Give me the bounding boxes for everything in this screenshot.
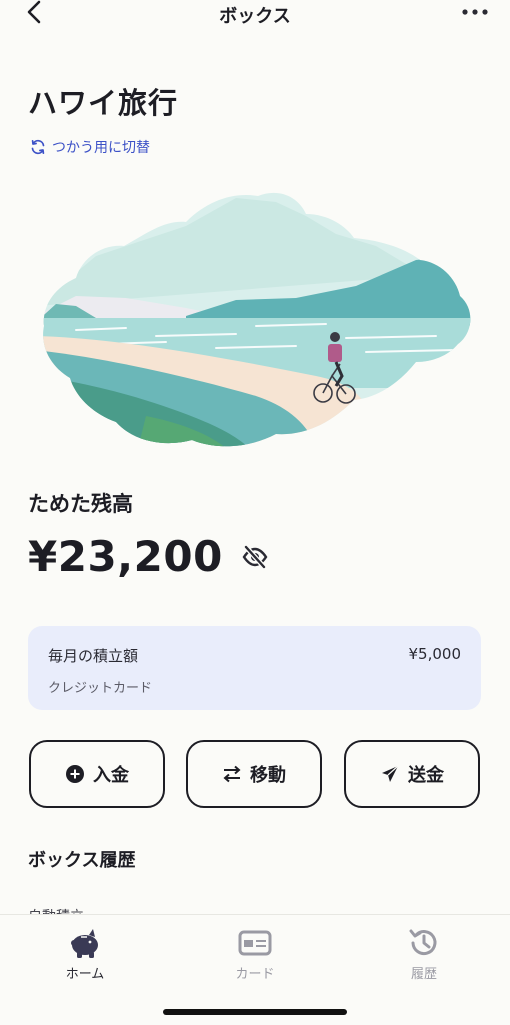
- monthly-savings-amount: ¥5,000: [408, 645, 462, 663]
- beach-cyclist-illustration: [43, 192, 471, 447]
- refresh-icon: [31, 139, 45, 155]
- balance-amount: ¥23,200: [28, 532, 223, 581]
- card-icon: [238, 930, 272, 956]
- tab-home[interactable]: ホーム: [25, 927, 145, 982]
- balance-row: ¥23,200: [28, 532, 269, 581]
- tab-history[interactable]: 履歴: [364, 927, 484, 982]
- more-options-icon[interactable]: [460, 4, 490, 20]
- switch-label: つかう用に切替: [52, 140, 150, 156]
- page-title: ボックス: [219, 6, 291, 27]
- send-label: 送金: [408, 765, 444, 786]
- tab-card[interactable]: カード: [195, 927, 315, 982]
- piggy-bank-icon: [71, 929, 98, 958]
- box-name: ハワイ旅行: [28, 86, 179, 120]
- move-button[interactable]: 移動: [186, 740, 322, 808]
- plus-circle-icon: [66, 765, 84, 783]
- history-clock-icon: [409, 929, 437, 956]
- move-label: 移動: [250, 765, 286, 786]
- monthly-savings-card[interactable]: 毎月の積立額 ¥5,000 クレジットカード: [28, 626, 481, 710]
- send-button[interactable]: 送金: [344, 740, 480, 808]
- balance-label: ためた残高: [28, 492, 133, 516]
- monthly-savings-label: 毎月の積立額: [48, 647, 139, 665]
- tab-home-label: ホーム: [65, 967, 105, 982]
- deposit-label: 入金: [93, 765, 129, 786]
- paper-plane-icon: [382, 765, 399, 782]
- bottom-tab-bar: ホーム カード 履歴: [0, 914, 510, 1025]
- switch-to-spending-link[interactable]: つかう用に切替: [30, 137, 150, 157]
- box-history-title: ボックス履歴: [28, 850, 136, 871]
- top-bar: ボックス: [0, 0, 510, 30]
- eye-off-icon[interactable]: [241, 543, 269, 571]
- tab-history-label: 履歴: [410, 967, 437, 982]
- home-indicator: [163, 1009, 347, 1015]
- tab-card-label: カード: [235, 967, 275, 982]
- deposit-button[interactable]: 入金: [29, 740, 165, 808]
- payment-method: クレジットカード: [48, 681, 153, 696]
- swap-arrows-icon: [223, 765, 241, 783]
